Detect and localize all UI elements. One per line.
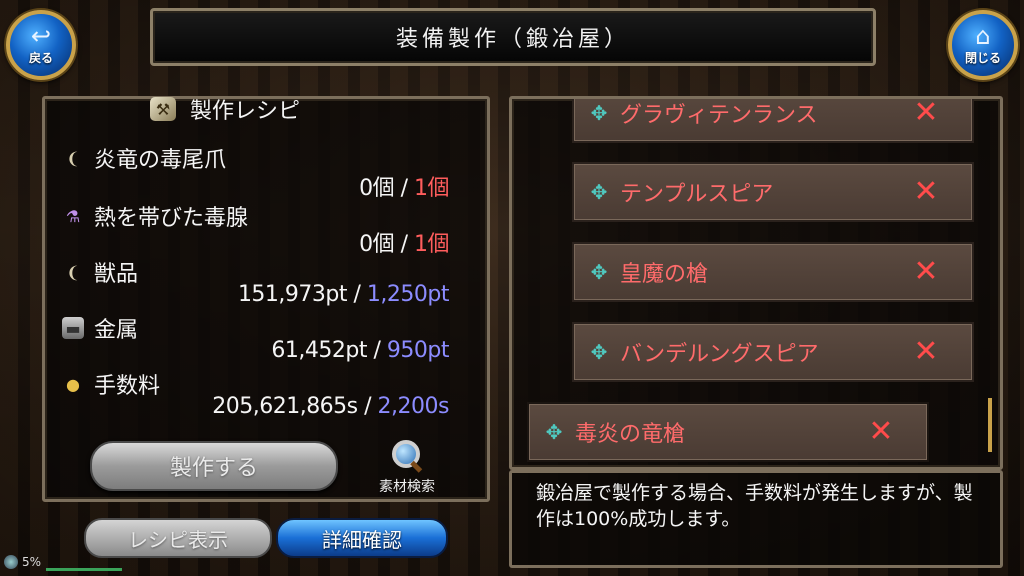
owned-amount: 61,452pt xyxy=(271,338,367,363)
spear-icon: ✥ xyxy=(590,180,608,204)
material-name: ⚗ 熱を帯びた毒腺 xyxy=(62,200,248,232)
return-arrow-icon: ↩ xyxy=(30,21,52,50)
material-search-button[interactable]: 素材検索 xyxy=(366,438,448,496)
claw-icon: ❨ xyxy=(66,262,80,282)
owned-amount: 205,621,865s xyxy=(212,394,358,419)
amount-separator: / xyxy=(357,394,378,419)
material-name: ❨ 獣品 xyxy=(62,256,138,288)
material-amount: 61,452pt / 950pt xyxy=(271,338,449,363)
magnifier-icon xyxy=(390,438,424,473)
spear-icon: ✥ xyxy=(590,101,608,125)
recipe-scroll-icon: ⚒ xyxy=(150,97,176,121)
recipe-view-button[interactable]: レシピ表示 xyxy=(84,518,272,558)
cannot-craft-mark: ✕ xyxy=(913,99,939,130)
cannot-craft-mark: ✕ xyxy=(913,334,939,369)
detail-button[interactable]: 詳細確認 xyxy=(276,518,448,558)
cannot-craft-mark: ✕ xyxy=(868,414,894,449)
material-search-label: 素材検索 xyxy=(379,479,435,495)
material-label: 獣品 xyxy=(94,262,139,287)
weapon-name: バンデルングスピア xyxy=(620,342,819,367)
craft-button[interactable]: 製作する xyxy=(90,441,338,491)
list-item-selected[interactable]: ✥ 毒炎の竜槍 ✕ xyxy=(527,402,929,462)
material-amount: 0個 / 1個 xyxy=(359,226,449,258)
required-amount: 2,200s xyxy=(377,394,450,419)
owned-amount: 151,973pt xyxy=(237,282,348,307)
amount-separator: / xyxy=(394,176,414,201)
list-scrollbar[interactable] xyxy=(988,398,992,452)
home-icon: ⌂ xyxy=(975,21,991,50)
owned-amount: 0個 xyxy=(359,232,395,257)
material-name: ❨ 炎竜の毒尾爪 xyxy=(62,142,226,174)
status-indicator: 5% xyxy=(4,555,41,569)
claw-icon: ❨ xyxy=(66,148,80,168)
back-button[interactable]: ↩ 戻る xyxy=(6,10,76,80)
spear-icon: ✥ xyxy=(590,260,608,284)
flask-icon: ⚗ xyxy=(65,206,81,226)
cannot-craft-mark: ✕ xyxy=(913,254,939,289)
list-item[interactable]: ✥ 皇魔の槍 ✕ xyxy=(572,242,974,302)
material-label: 手数料 xyxy=(94,374,161,399)
weapon-name: 毒炎の竜槍 xyxy=(575,422,686,447)
amount-separator: / xyxy=(347,282,367,307)
title-bar: 装備製作（鍛冶屋） xyxy=(150,8,876,66)
list-item[interactable]: ✥ グラヴィテンランス ✕ xyxy=(572,99,974,143)
status-orb-icon xyxy=(4,555,18,569)
required-amount: 1,250pt xyxy=(366,282,450,307)
material-amount: 205,621,865s / 2,200s xyxy=(212,394,449,419)
material-name: ▬ 金属 xyxy=(62,312,138,344)
list-item[interactable]: ✥ バンデルングスピア ✕ xyxy=(572,322,974,382)
status-progress-bar xyxy=(46,568,122,571)
weapon-list: ✥ グラヴィテンランス ✕ ✥ テンプルスピア ✕ ✥ 皇魔の槍 ✕ ✥ バンデ… xyxy=(509,99,997,464)
weapon-name: テンプルスピア xyxy=(620,182,774,207)
required-amount: 950pt xyxy=(386,338,450,363)
material-label: 炎竜の毒尾爪 xyxy=(94,148,227,173)
coin-icon: ● xyxy=(66,374,80,394)
amount-separator: / xyxy=(367,338,387,363)
recipe-title: 製作レシピ xyxy=(190,99,301,124)
description-text: 鍛冶屋で製作する場合、手数料が発生しますが、製作は100%成功します。 xyxy=(536,482,973,530)
list-item[interactable]: ✥ テンプルスピア ✕ xyxy=(572,162,974,222)
weapon-name: 皇魔の槍 xyxy=(620,262,709,287)
required-amount: 1個 xyxy=(414,232,450,257)
required-amount: 1個 xyxy=(414,176,450,201)
material-amount: 0個 / 1個 xyxy=(359,170,449,202)
amount-separator: / xyxy=(394,232,414,257)
material-label: 熱を帯びた毒腺 xyxy=(94,206,249,231)
owned-amount: 0個 xyxy=(359,176,395,201)
metal-icon: ▬ xyxy=(62,317,84,339)
weapon-name: グラヴィテンランス xyxy=(620,103,818,128)
back-button-label: 戻る xyxy=(28,50,53,65)
cannot-craft-mark: ✕ xyxy=(913,174,939,209)
status-percent: 5% xyxy=(22,555,42,569)
recipe-header: ⚒ 製作レシピ xyxy=(108,94,328,124)
material-amount: 151,973pt / 1,250pt xyxy=(237,282,450,307)
page-title: 装備製作（鍛冶屋） xyxy=(395,27,630,52)
spear-icon: ✥ xyxy=(545,420,563,444)
material-name: ● 手数料 xyxy=(62,368,160,400)
close-button-label: 閉じる xyxy=(964,50,1001,65)
material-label: 金属 xyxy=(94,318,139,343)
spear-icon: ✥ xyxy=(590,340,608,364)
close-button[interactable]: ⌂ 閉じる xyxy=(948,10,1018,80)
